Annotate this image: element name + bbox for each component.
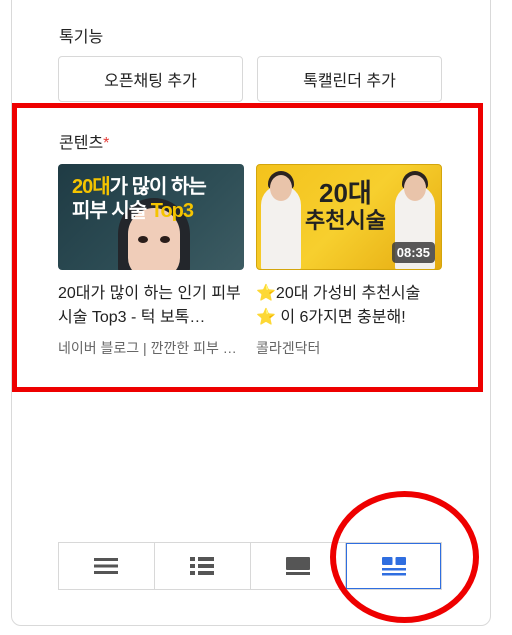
detail-list-view-button[interactable] [154, 543, 251, 589]
thumbnail-caption: 피부 시술 Top3 [72, 200, 194, 222]
grid-view-highlight-annotation [330, 491, 479, 623]
add-open-chat-button[interactable]: 오픈채팅 추가 [58, 56, 243, 102]
content-source: 네이버 블로그 | 깐깐한 피부 … [58, 340, 237, 356]
video-duration-badge: 08:35 [391, 242, 435, 263]
content-title[interactable]: ⭐20대 가성비 추천시술 ⭐ 이 6가지면 충분해! [256, 282, 442, 330]
star-icon: ⭐ [256, 285, 276, 302]
detail-list-view-icon [190, 557, 215, 575]
special-features-title: 톡기능 [59, 29, 104, 46]
content-thumbnail[interactable]: 20대 추천시술 08:35 [256, 164, 442, 270]
content-title[interactable]: 20대가 많이 하는 인기 피부 시술 Top3 - 턱 보톡… [58, 282, 244, 330]
thumbnail-caption: 추천시술 [305, 208, 386, 233]
required-mark: * [103, 135, 110, 152]
content-source: 콜라겐닥터 [256, 340, 321, 356]
content-thumbnail[interactable]: 20대가 많이 하는 피부 시술 Top3 [58, 164, 244, 270]
list-view-button[interactable] [59, 543, 155, 589]
add-talk-calendar-button[interactable]: 톡캘린더 추가 [257, 56, 442, 102]
content-card[interactable]: 20대 추천시술 08:35 ⭐20대 가성비 추천시술 ⭐ 이 6가지면 충분… [256, 164, 442, 358]
list-view-icon [94, 558, 119, 574]
content-card[interactable]: 20대가 많이 하는 피부 시술 Top3 20대가 많이 하는 인기 피부 시… [58, 164, 244, 358]
contents-section-title: 콘텐츠* [59, 135, 110, 152]
large-card-view-icon [285, 557, 310, 575]
star-icon: ⭐ [256, 309, 276, 326]
